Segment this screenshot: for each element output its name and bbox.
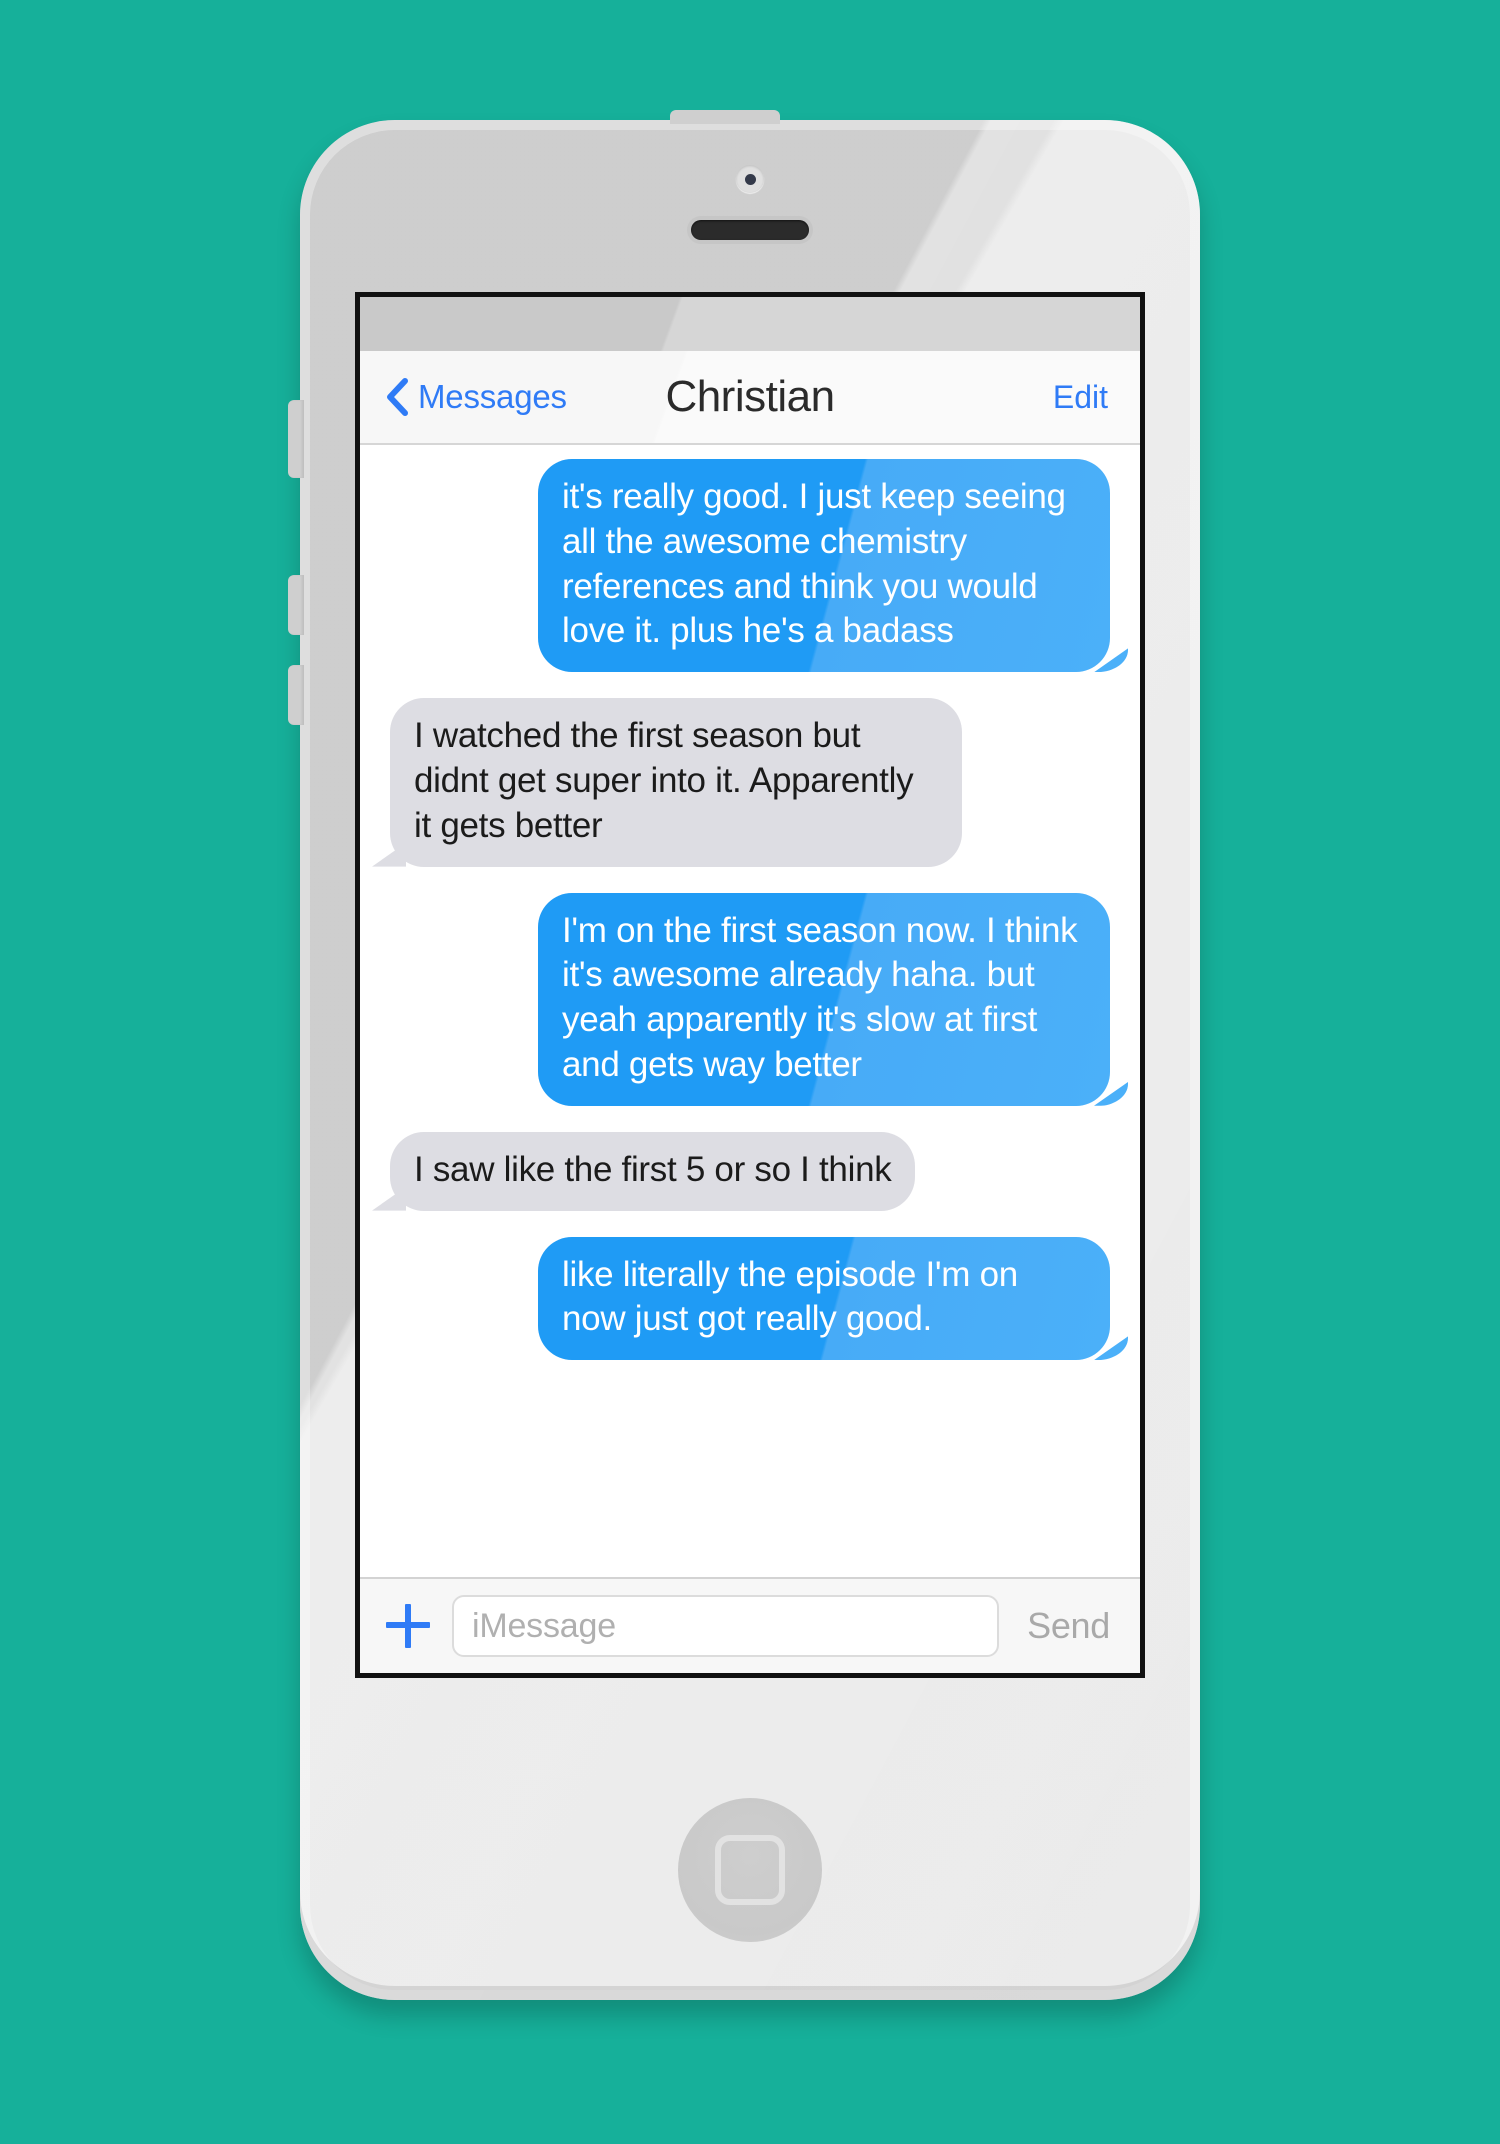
outgoing-message-bubble[interactable]: I'm on the first season now. I think it'…	[538, 892, 1110, 1106]
navigation-bar: Messages Christian Edit	[360, 351, 1140, 445]
earpiece-speaker	[691, 220, 809, 240]
home-button[interactable]	[678, 1798, 822, 1942]
message-row: like literally the episode I'm on now ju…	[382, 1236, 1118, 1361]
plus-icon[interactable]	[386, 1604, 430, 1648]
status-bar	[360, 297, 1140, 351]
screen-frame: Messages Christian Edit it's really good…	[355, 292, 1145, 1678]
chevron-left-icon	[387, 378, 408, 416]
power-button[interactable]	[670, 110, 780, 124]
message-row: I saw like the first 5 or so I think	[382, 1131, 1118, 1211]
home-square-icon	[715, 1835, 785, 1905]
message-input-bar: iMessage Send	[360, 1577, 1140, 1673]
message-row: it's really good. I just keep seeing all…	[382, 459, 1118, 673]
volume-down-button[interactable]	[288, 665, 304, 725]
outgoing-message-bubble[interactable]: it's really good. I just keep seeing all…	[538, 459, 1110, 673]
send-button[interactable]: Send	[1021, 1605, 1114, 1647]
message-row: I'm on the first season now. I think it'…	[382, 892, 1118, 1106]
incoming-message-bubble[interactable]: I saw like the first 5 or so I think	[390, 1131, 916, 1211]
message-input[interactable]: iMessage	[452, 1595, 1000, 1657]
front-camera-icon	[736, 165, 764, 193]
outgoing-message-bubble[interactable]: like literally the episode I'm on now ju…	[538, 1236, 1110, 1361]
message-row: I watched the first season but didnt get…	[382, 698, 1118, 867]
edit-button[interactable]: Edit	[1053, 379, 1114, 416]
mute-switch[interactable]	[288, 400, 304, 478]
message-input-placeholder: iMessage	[472, 1606, 616, 1645]
phone-device: Messages Christian Edit it's really good…	[288, 110, 1200, 2000]
message-list[interactable]: it's really good. I just keep seeing all…	[360, 445, 1140, 1577]
incoming-message-bubble[interactable]: I watched the first season but didnt get…	[390, 698, 962, 867]
back-to-messages-button[interactable]: Messages	[386, 378, 567, 416]
back-label: Messages	[418, 378, 567, 415]
volume-up-button[interactable]	[288, 575, 304, 635]
phone-screen: Messages Christian Edit it's really good…	[360, 297, 1140, 1673]
